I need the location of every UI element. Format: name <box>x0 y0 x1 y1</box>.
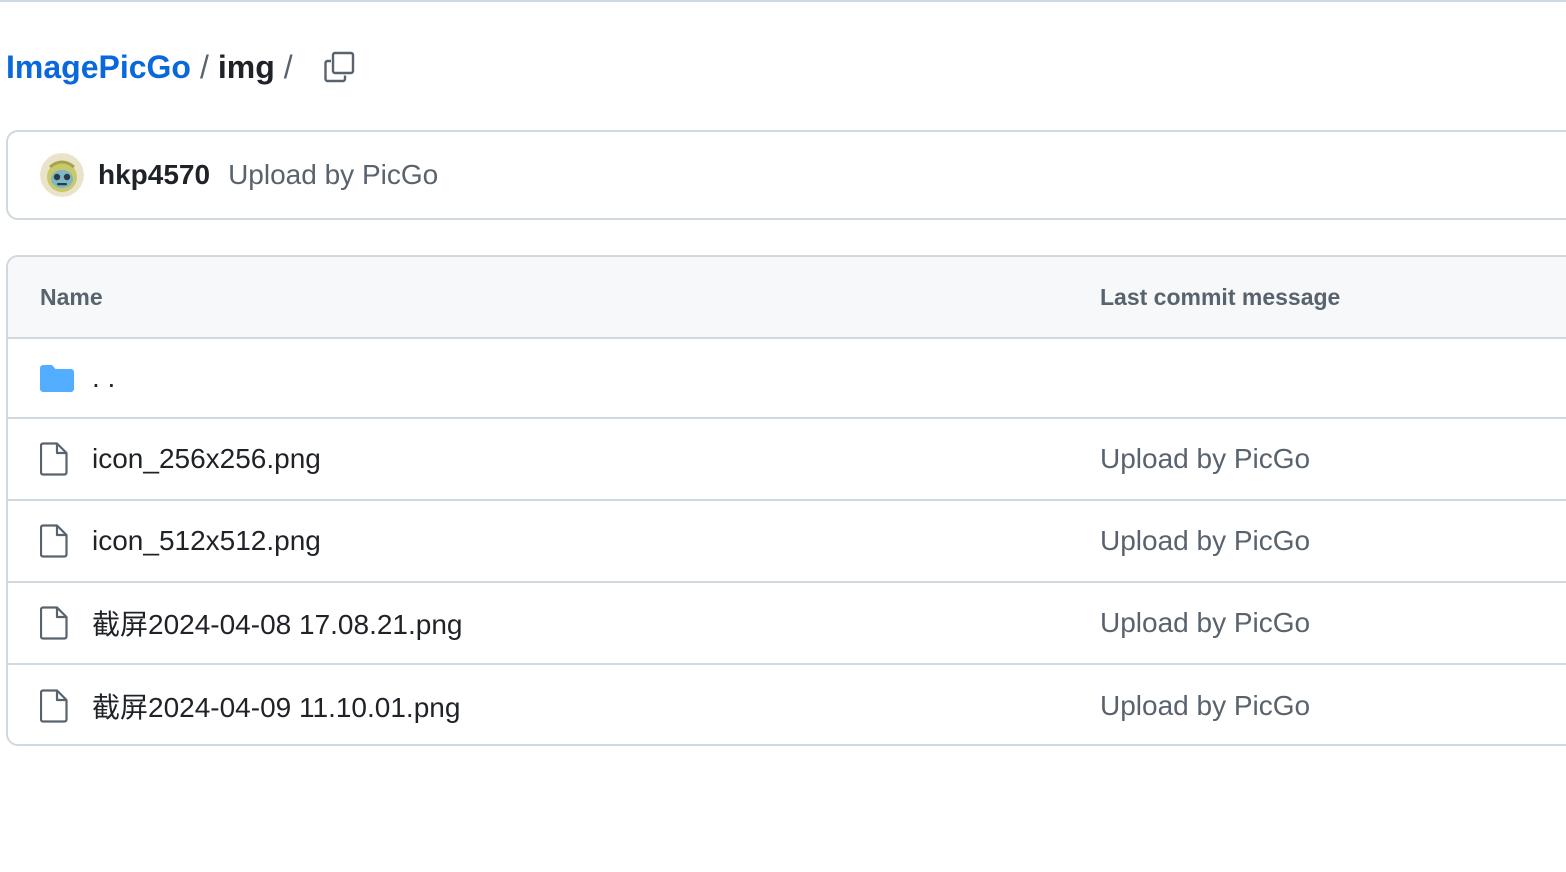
table-row[interactable]: icon_256x256.png Upload by PicGo <box>8 419 1566 501</box>
table-row[interactable]: 截屏2024-04-09 11.10.01.png Upload by PicG… <box>8 665 1566 744</box>
commit-author-link[interactable]: hkp4570 <box>98 159 210 191</box>
copy-path-button[interactable] <box>316 44 362 90</box>
breadcrumb-separator: / <box>199 48 209 85</box>
top-divider <box>0 0 1566 2</box>
file-commit-message-link[interactable]: Upload by PicGo <box>1100 419 1310 499</box>
file-icon <box>40 665 76 744</box>
column-header-name: Name <box>40 283 103 310</box>
file-icon <box>40 501 76 581</box>
table-row[interactable]: 截屏2024-04-08 17.08.21.png Upload by PicG… <box>8 583 1566 665</box>
column-header-last-commit-message: Last commit message <box>1100 283 1341 310</box>
breadcrumb: ImagePicGo / img / <box>6 44 302 90</box>
file-icon <box>40 419 76 499</box>
commit-message-link[interactable]: Upload by PicGo <box>228 159 438 191</box>
file-commit-message-link[interactable]: Upload by PicGo <box>1100 583 1310 663</box>
table-row[interactable]: icon_512x512.png Upload by PicGo <box>8 501 1566 583</box>
folder-icon <box>40 339 76 417</box>
breadcrumb-trailing-separator: / <box>283 48 293 85</box>
file-name-link[interactable]: icon_512x512.png <box>92 501 321 581</box>
table-header: Name Last commit message <box>8 257 1566 339</box>
file-table: Name Last commit message . . icon_256x25… <box>6 255 1566 746</box>
copy-icon <box>324 51 355 83</box>
file-icon <box>40 583 76 663</box>
breadcrumb-current-directory: img <box>217 48 275 85</box>
parent-directory-link[interactable]: . . <box>92 339 115 417</box>
breadcrumb-repo-link[interactable]: ImagePicGo <box>6 49 191 86</box>
file-commit-message-link[interactable]: Upload by PicGo <box>1100 501 1310 581</box>
parent-directory-row[interactable]: . . <box>8 339 1566 419</box>
file-name-link[interactable]: 截屏2024-04-08 17.08.21.png <box>92 583 463 663</box>
file-commit-message-link[interactable]: Upload by PicGo <box>1100 665 1310 744</box>
file-name-link[interactable]: 截屏2024-04-09 11.10.01.png <box>92 665 460 744</box>
author-avatar[interactable] <box>40 153 84 197</box>
file-name-link[interactable]: icon_256x256.png <box>92 419 321 499</box>
latest-commit-bar: hkp4570 Upload by PicGo <box>6 130 1566 220</box>
